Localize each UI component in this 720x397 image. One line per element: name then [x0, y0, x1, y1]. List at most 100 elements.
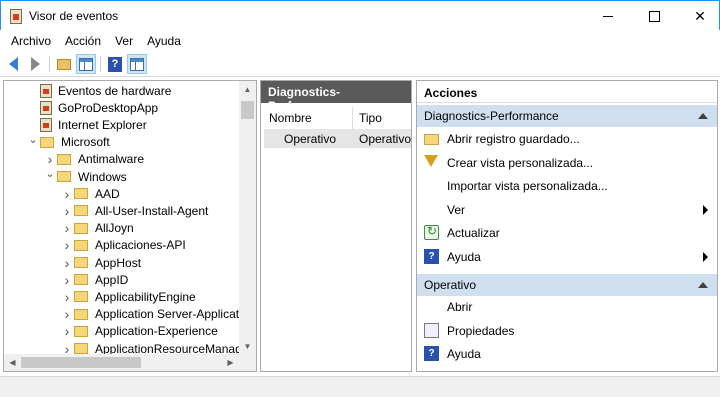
tree-item[interactable]: Eventos de hardware [26, 82, 171, 99]
folder-icon [74, 274, 88, 286]
tree-item[interactable]: › ApplicabilityEngine [60, 288, 196, 305]
section-operativo[interactable]: Operativo [417, 274, 717, 296]
column-header-name[interactable]: Nombre [269, 111, 312, 125]
action-item[interactable]: ? Ayuda [417, 343, 717, 365]
action-label: Crear vista personalizada... [447, 155, 594, 170]
actions-pane: Acciones Diagnostics-Performance Abrir r… [416, 80, 718, 372]
status-bar [0, 376, 720, 397]
tree-item[interactable]: › AllJoyn [60, 220, 134, 237]
submenu-arrow-icon [703, 204, 708, 215]
show-hide-actions-button[interactable] [127, 54, 147, 74]
maximize-button[interactable] [631, 1, 677, 31]
collapse-caret-icon[interactable] [698, 282, 708, 288]
forward-arrow-icon [30, 57, 40, 71]
action-item[interactable]: ? Ayuda [417, 246, 717, 268]
chevron-down-icon[interactable]: ⌄ [26, 133, 40, 146]
chevron-right-icon[interactable]: › [60, 323, 74, 339]
chevron-right-icon[interactable]: › [60, 203, 74, 219]
chevron-right-icon[interactable]: › [60, 289, 74, 305]
tree-vertical-scrollbar[interactable]: ▲ ▼ [239, 81, 256, 355]
action-item[interactable]: Abrir registro guardado... [417, 128, 717, 150]
tree-item[interactable]: › All-User-Install-Agent [60, 202, 209, 219]
show-hide-tree-button[interactable] [76, 54, 96, 74]
chevron-right-icon[interactable]: › [60, 220, 74, 236]
tree-item[interactable]: › AppHost [60, 254, 141, 271]
menu-accion[interactable]: Acción [58, 30, 108, 51]
tree-item[interactable]: › Application-Experience [60, 323, 218, 340]
action-label: Abrir registro guardado... [447, 132, 580, 146]
menu-archivo[interactable]: Archivo [4, 30, 58, 51]
tree-item[interactable]: › Application Server-Applicatic [60, 306, 248, 323]
scroll-right-icon[interactable]: ▶ [222, 354, 239, 371]
scroll-down-icon[interactable]: ▼ [239, 338, 256, 355]
scroll-left-icon[interactable]: ◀ [4, 354, 21, 371]
section-diagnostics-performance[interactable]: Diagnostics-Performance [417, 105, 717, 127]
tree-item-label: Eventos de hardware [58, 83, 172, 98]
folder-icon [74, 239, 88, 251]
folder-icon [74, 188, 88, 200]
column-header-type[interactable]: Tipo [359, 111, 382, 125]
folder-icon [40, 136, 54, 148]
chevron-right-icon[interactable]: › [43, 151, 57, 167]
column-divider[interactable] [352, 107, 353, 129]
help-toolbar-button[interactable]: ? [105, 54, 125, 74]
up-folder-button[interactable] [54, 54, 74, 74]
toolbar: ? [0, 51, 720, 77]
back-button[interactable] [3, 54, 23, 74]
forward-button[interactable] [25, 54, 45, 74]
folder-icon [74, 291, 88, 303]
tree-item[interactable]: › Aplicaciones-API [60, 237, 186, 254]
tree-item[interactable]: › AAD [60, 185, 120, 202]
action-item[interactable]: Actualizar [417, 222, 717, 244]
scroll-up-icon[interactable]: ▲ [239, 81, 256, 98]
action-item[interactable]: Importar vista personalizada... [417, 175, 717, 197]
minimize-button[interactable] [585, 1, 631, 31]
tree-item[interactable]: Internet Explorer [26, 116, 147, 133]
menu-ver[interactable]: Ver [108, 30, 140, 51]
scroll-thumb[interactable] [241, 101, 254, 119]
action-item[interactable]: Abrir [417, 296, 717, 318]
folder-icon [74, 222, 88, 234]
chevron-right-icon[interactable]: › [60, 272, 74, 288]
log-icon [40, 100, 52, 115]
action-label: Ayuda [447, 347, 481, 361]
tree-item[interactable]: › AppID [60, 271, 129, 288]
tree-item-label: GoProDesktopApp [58, 100, 159, 115]
menu-bar: Archivo Acción Ver Ayuda [0, 30, 720, 51]
tree-item[interactable]: ⌄ Windows [43, 167, 127, 185]
tree-item-label: Aplicaciones-API [95, 238, 186, 253]
chevron-right-icon[interactable]: › [60, 306, 74, 322]
help-icon: ? [108, 56, 122, 72]
back-arrow-icon [8, 57, 18, 71]
console-tree[interactable]: Eventos de hardware GoProDesktopApp Intern… [3, 80, 257, 372]
chevron-down-icon[interactable]: ⌄ [43, 167, 57, 180]
collapse-caret-icon[interactable] [698, 113, 708, 119]
folder-up-icon [57, 58, 71, 70]
scroll-thumb[interactable] [21, 357, 141, 368]
tree-item-label: Windows [78, 169, 127, 184]
folder-icon [74, 308, 88, 320]
action-pane-icon [130, 57, 144, 71]
tree-item[interactable]: ⌄ Microsoft [26, 133, 110, 151]
section-title: Operativo [424, 278, 477, 292]
cell-name: Operativo [284, 132, 337, 146]
close-button[interactable]: ✕ [677, 1, 720, 31]
tree-item[interactable]: GoProDesktopApp [26, 99, 158, 116]
toolbar-separator [100, 56, 101, 72]
action-item[interactable]: Ver [417, 199, 717, 221]
tree-item-label: Microsoft [61, 135, 110, 150]
action-item[interactable]: Propiedades [417, 320, 717, 342]
menu-ayuda[interactable]: Ayuda [140, 30, 188, 51]
window-title: Visor de eventos [29, 9, 119, 23]
tree-horizontal-scrollbar[interactable]: ◀ ▶ [4, 354, 256, 371]
tree-item-label: Internet Explorer [58, 117, 147, 132]
folder-icon [74, 205, 88, 217]
chevron-right-icon[interactable]: › [60, 186, 74, 202]
tree-item[interactable]: › Antimalware [43, 151, 144, 168]
filter-icon [424, 154, 438, 167]
action-item[interactable]: Crear vista personalizada... [417, 152, 717, 174]
chevron-right-icon[interactable]: › [60, 255, 74, 271]
tree-item-label: Application-Experience [95, 324, 218, 339]
chevron-right-icon[interactable]: › [60, 237, 74, 253]
tree-item-label: AppHost [95, 255, 142, 270]
